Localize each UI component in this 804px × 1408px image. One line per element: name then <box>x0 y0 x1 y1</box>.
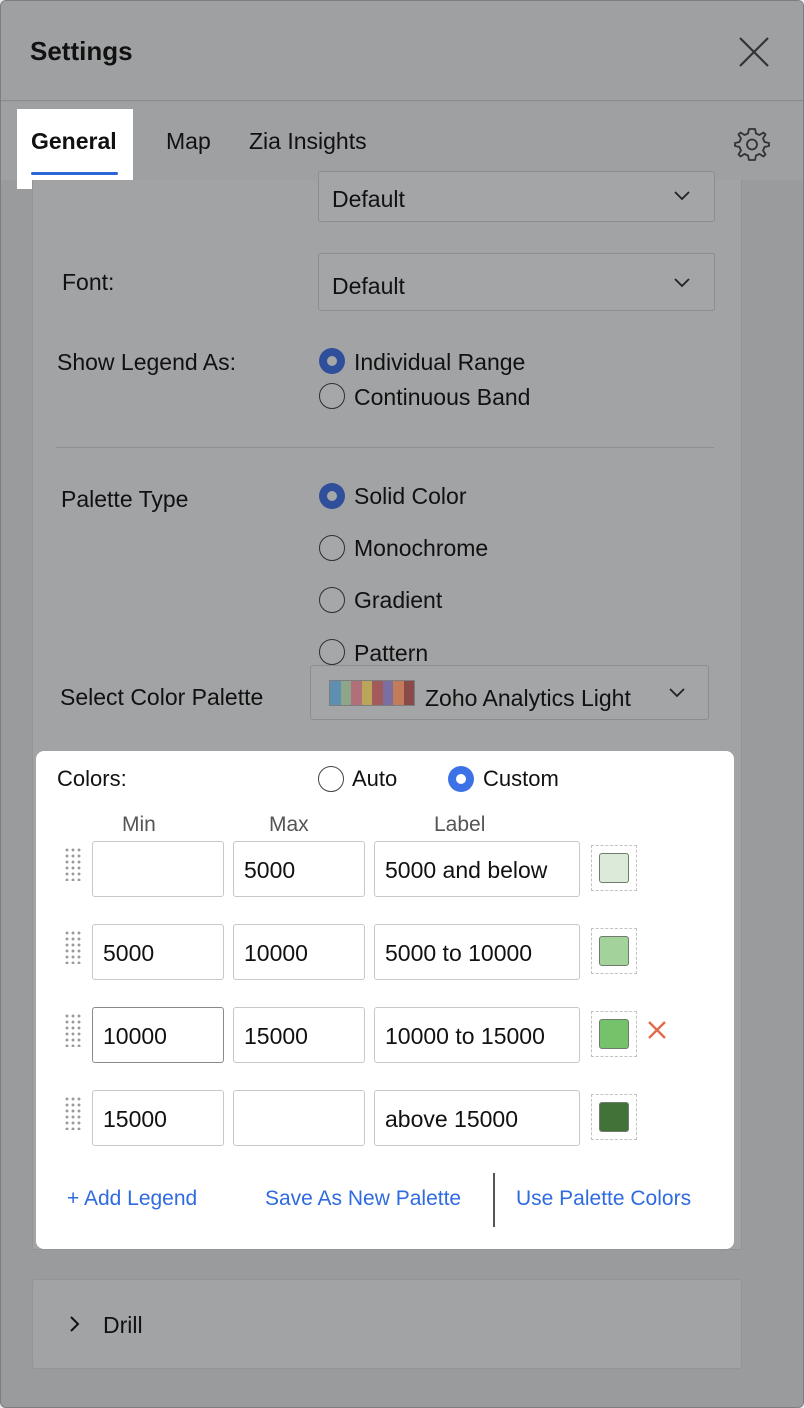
settings-tabs: General Map Zia Insights <box>1 102 803 189</box>
colors-auto-radio[interactable] <box>318 766 344 792</box>
tab-map[interactable]: Map <box>166 128 211 155</box>
palette-solid-color-radio[interactable] <box>319 483 345 509</box>
settings-title: Settings <box>30 36 133 66</box>
delete-row-icon[interactable] <box>646 1019 668 1041</box>
palette-option-label[interactable]: Monochrome <box>354 535 488 562</box>
color-swatch <box>599 1019 629 1049</box>
colors-label: Colors: <box>57 766 127 791</box>
top-select[interactable]: Default <box>318 171 715 222</box>
palette-strip-color <box>382 681 393 705</box>
legend-row: 5000 10000 5000 to 10000 <box>36 924 734 982</box>
color-swatch <box>599 1102 629 1132</box>
font-select[interactable]: Default <box>318 253 715 311</box>
label-column-header: Label <box>434 813 486 836</box>
palette-pattern-radio[interactable] <box>319 639 345 665</box>
legend-option-label[interactable]: Continuous Band <box>354 384 530 411</box>
max-input[interactable]: 5000 <box>233 841 365 897</box>
settings-panel: Settings General Map Zia Insights Defaul… <box>0 0 804 1408</box>
color-picker[interactable] <box>591 845 637 891</box>
use-palette-colors-link[interactable]: Use Palette Colors <box>516 1187 691 1211</box>
max-input[interactable] <box>233 1090 365 1146</box>
color-picker[interactable] <box>591 1094 637 1140</box>
settings-header: Settings <box>1 1 803 101</box>
legend-continuous-band-radio[interactable] <box>319 383 345 409</box>
palette-strip-color <box>340 681 351 705</box>
drag-handle-icon[interactable] <box>64 1013 82 1047</box>
gear-icon[interactable] <box>734 126 770 162</box>
palette-strip-color <box>403 681 414 705</box>
chevron-right-icon <box>70 1316 80 1332</box>
palette-strip-color <box>330 681 341 705</box>
color-palette-label: Select Color Palette <box>60 684 264 710</box>
font-select-value: Default <box>332 273 405 299</box>
palette-strip-color <box>393 681 404 705</box>
font-label: Font: <box>62 269 115 295</box>
chevron-down-icon <box>674 191 690 201</box>
palette-option-label[interactable]: Solid Color <box>354 483 467 510</box>
palette-gradient-radio[interactable] <box>319 587 345 613</box>
min-input[interactable]: 5000 <box>92 924 224 980</box>
min-input[interactable]: 10000 <box>92 1007 224 1063</box>
chevron-down-icon <box>669 688 685 698</box>
drag-handle-icon[interactable] <box>64 847 82 881</box>
add-legend-link[interactable]: + Add Legend <box>67 1187 197 1211</box>
palette-monochrome-radio[interactable] <box>319 535 345 561</box>
color-picker[interactable] <box>591 928 637 974</box>
color-picker[interactable] <box>591 1011 637 1057</box>
max-column-header: Max <box>269 813 309 836</box>
palette-option-label[interactable]: Pattern <box>354 640 428 667</box>
color-palette-select[interactable]: Zoho Analytics Light <box>310 665 709 720</box>
label-input[interactable]: 5000 and below <box>374 841 580 897</box>
legend-row: 10000 15000 10000 to 15000 <box>36 1007 734 1065</box>
color-swatch <box>599 936 629 966</box>
close-icon[interactable] <box>737 35 771 69</box>
colors-option-label[interactable]: Auto <box>352 766 397 792</box>
palette-type-label: Palette Type <box>61 486 189 512</box>
link-separator <box>493 1173 495 1227</box>
palette-strip-color <box>372 681 383 705</box>
label-input[interactable]: 10000 to 15000 <box>374 1007 580 1063</box>
drag-handle-icon[interactable] <box>64 1096 82 1130</box>
min-input[interactable]: 15000 <box>92 1090 224 1146</box>
top-select-value: Default <box>332 186 405 212</box>
palette-strip-color <box>351 681 362 705</box>
colors-custom-radio[interactable] <box>448 766 474 792</box>
section-divider <box>56 447 714 448</box>
palette-preview-strip <box>329 680 415 706</box>
palette-option-label[interactable]: Gradient <box>354 587 442 614</box>
drag-handle-icon[interactable] <box>64 930 82 964</box>
drill-label: Drill <box>103 1312 143 1338</box>
colors-panel: Colors: Auto Custom Min Max Label 5000 5… <box>36 751 734 1249</box>
legend-option-label[interactable]: Individual Range <box>354 349 525 376</box>
legend-label: Show Legend As: <box>57 349 237 375</box>
label-input[interactable]: above 15000 <box>374 1090 580 1146</box>
color-palette-value: Zoho Analytics Light <box>425 685 631 711</box>
save-as-new-palette-link[interactable]: Save As New Palette <box>265 1187 461 1211</box>
legend-row: 15000 above 15000 <box>36 1090 734 1148</box>
chevron-down-icon <box>674 278 690 288</box>
min-column-header: Min <box>122 813 156 836</box>
tab-active-indicator <box>31 172 118 175</box>
max-input[interactable]: 10000 <box>233 924 365 980</box>
drill-section[interactable]: Drill <box>32 1279 742 1369</box>
max-input[interactable]: 15000 <box>233 1007 365 1063</box>
tab-general[interactable]: General <box>31 128 117 155</box>
legend-row: 5000 5000 and below <box>36 841 734 899</box>
min-input[interactable] <box>92 841 224 897</box>
color-swatch <box>599 853 629 883</box>
palette-strip-color <box>361 681 372 705</box>
tab-zia-insights[interactable]: Zia Insights <box>249 128 367 155</box>
colors-option-label[interactable]: Custom <box>483 766 559 792</box>
legend-individual-range-radio[interactable] <box>319 348 345 374</box>
label-input[interactable]: 5000 to 10000 <box>374 924 580 980</box>
